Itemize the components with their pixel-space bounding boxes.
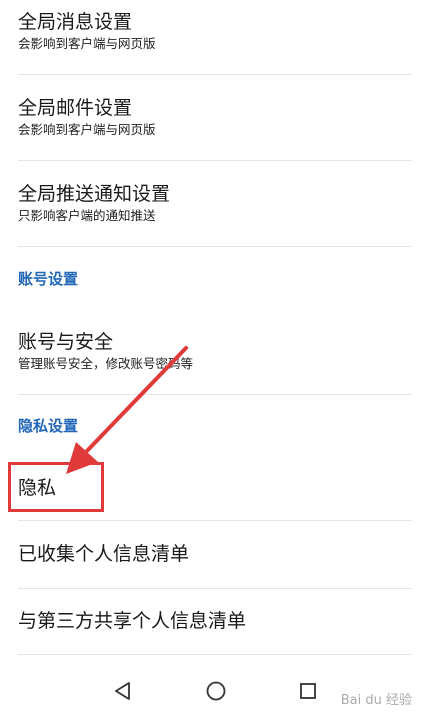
item-subtitle: 会影响到客户端与网页版 bbox=[18, 122, 156, 137]
item-title: 账号与安全 bbox=[18, 331, 114, 353]
item-title: 与第三方共享个人信息清单 bbox=[18, 610, 247, 632]
item-subtitle: 管理账号安全，修改账号密码等 bbox=[18, 356, 194, 371]
system-navigation-bar: Bai du 经验 bbox=[0, 666, 432, 716]
account-security-item[interactable]: 账号与安全 管理账号安全，修改账号密码等 bbox=[0, 330, 432, 372]
recents-icon[interactable] bbox=[293, 676, 323, 706]
collected-info-list-item[interactable]: 已收集个人信息清单 bbox=[0, 542, 432, 566]
divider bbox=[18, 246, 412, 247]
item-subtitle: 只影响客户端的通知推送 bbox=[18, 208, 156, 223]
item-title: 全局消息设置 bbox=[18, 11, 133, 33]
global-mail-settings-item[interactable]: 全局邮件设置 会影响到客户端与网页版 bbox=[0, 96, 432, 138]
back-icon[interactable] bbox=[108, 676, 138, 706]
third-party-info-list-item[interactable]: 与第三方共享个人信息清单 bbox=[0, 609, 432, 633]
divider bbox=[18, 160, 412, 161]
divider bbox=[18, 520, 412, 521]
item-title: 已收集个人信息清单 bbox=[18, 543, 190, 565]
privacy-settings-section-header: 隐私设置 bbox=[18, 417, 79, 435]
global-push-settings-item[interactable]: 全局推送通知设置 只影响客户端的通知推送 bbox=[0, 182, 432, 224]
item-title: 全局推送通知设置 bbox=[18, 183, 171, 205]
account-settings-section-header: 账号设置 bbox=[18, 270, 79, 288]
divider bbox=[18, 654, 412, 655]
global-message-settings-item[interactable]: 全局消息设置 会影响到客户端与网页版 bbox=[0, 10, 432, 52]
privacy-highlight-box bbox=[8, 462, 104, 512]
divider bbox=[18, 394, 412, 395]
divider bbox=[18, 588, 412, 589]
divider bbox=[18, 74, 412, 75]
item-subtitle: 会影响到客户端与网页版 bbox=[18, 36, 156, 51]
watermark-text: Bai du 经验 bbox=[340, 693, 412, 708]
item-title: 全局邮件设置 bbox=[18, 97, 133, 119]
home-icon[interactable] bbox=[201, 676, 231, 706]
